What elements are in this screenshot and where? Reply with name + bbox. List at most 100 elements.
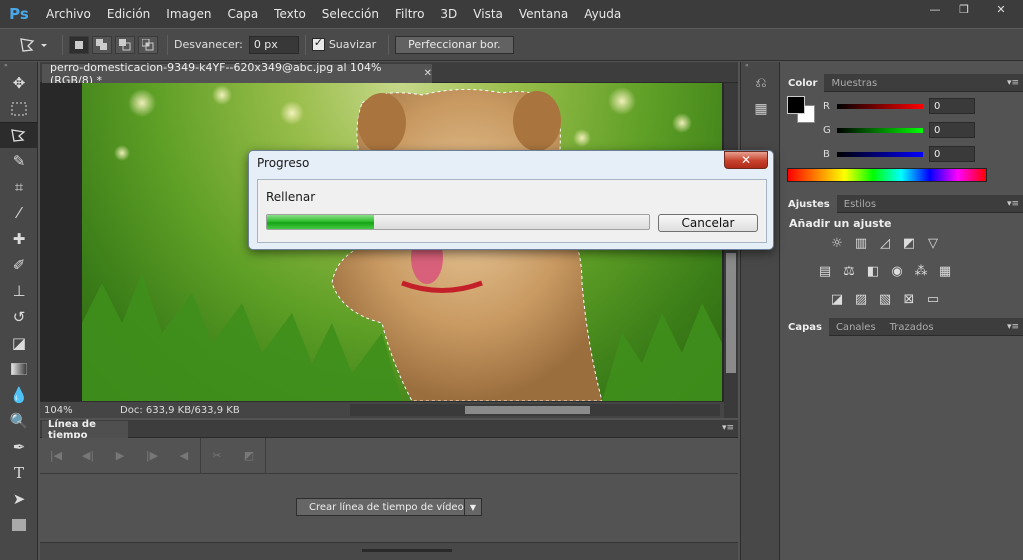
eyedropper-tool[interactable]: ⁄ <box>0 200 38 226</box>
document-tab[interactable]: perro-domesticacion-9349-k4YF--620x349@a… <box>42 61 432 87</box>
minimize-button[interactable]: — <box>921 0 949 18</box>
panel-grip[interactable]: « <box>741 62 779 70</box>
close-document-icon[interactable]: ✕ <box>424 68 432 79</box>
panel-menu-icon[interactable]: ▾≡ <box>1007 322 1019 332</box>
red-slider[interactable] <box>837 103 923 109</box>
dodge-tool[interactable]: 🔍 <box>0 408 38 434</box>
photo-filter-icon[interactable]: ◉ <box>885 261 909 281</box>
menu-3d[interactable]: 3D <box>432 7 465 21</box>
next-frame-icon[interactable]: |▶ <box>136 446 168 466</box>
lasso-tool[interactable] <box>0 122 38 148</box>
properties-icon[interactable]: ▦ <box>741 96 781 122</box>
first-frame-icon[interactable]: |◀ <box>40 446 72 466</box>
green-slider[interactable] <box>837 127 923 133</box>
scroll-thumb[interactable] <box>726 253 736 373</box>
smooth-label: Suavizar <box>328 38 377 51</box>
panel-menu-icon[interactable]: ▾≡ <box>1007 199 1019 209</box>
threshold-icon[interactable]: ▧ <box>873 289 897 309</box>
quick-selection-tool[interactable]: ✎ <box>0 148 38 174</box>
tab-layers[interactable]: Capas <box>781 318 829 336</box>
dialog-close-button[interactable]: ✕ <box>724 151 768 169</box>
brush-tool[interactable]: ✐ <box>0 252 38 278</box>
red-value[interactable]: 0 <box>929 98 975 114</box>
clone-stamp-tool[interactable]: ⊥ <box>0 278 38 304</box>
panel-menu-icon[interactable]: ▾≡ <box>1007 78 1019 88</box>
tab-swatches[interactable]: Muestras <box>824 74 884 92</box>
tab-adjustments[interactable]: Ajustes <box>781 195 837 213</box>
curves-icon[interactable]: ◿ <box>873 233 897 253</box>
transition-icon[interactable]: ◩ <box>233 446 265 466</box>
menu-ventana[interactable]: Ventana <box>511 7 576 21</box>
scroll-thumb[interactable] <box>465 406 590 414</box>
exposure-icon[interactable]: ◩ <box>897 233 921 253</box>
invert-icon[interactable]: ◪ <box>825 289 849 309</box>
path-selection-tool[interactable]: ➤ <box>0 486 38 512</box>
blue-value[interactable]: 0 <box>929 146 975 162</box>
color-balance-icon[interactable]: ⚖ <box>837 261 861 281</box>
horizontal-scrollbar[interactable] <box>350 404 720 416</box>
levels-icon[interactable]: ▥ <box>849 233 873 253</box>
move-tool[interactable]: ✥ <box>0 70 38 96</box>
foreground-color-swatch[interactable] <box>787 96 805 114</box>
healing-brush-tool[interactable]: ✚ <box>0 226 38 252</box>
marquee-tool[interactable] <box>0 96 38 122</box>
selective-color-icon[interactable]: ⊠ <box>897 289 921 309</box>
smooth-checkbox[interactable] <box>311 36 325 51</box>
menu-seleccion[interactable]: Selección <box>314 7 387 21</box>
eraser-tool[interactable]: ◪ <box>0 330 38 356</box>
menu-imagen[interactable]: Imagen <box>158 7 219 21</box>
zoom-level[interactable]: 104% <box>40 405 90 416</box>
blur-tool[interactable]: 💧 <box>0 382 38 408</box>
tab-timeline[interactable]: Línea de tiempo <box>42 419 128 441</box>
crop-tool[interactable]: ⌗ <box>0 174 38 200</box>
history-brush-tool[interactable]: ↺ <box>0 304 38 330</box>
hue-saturation-icon[interactable]: ▤ <box>813 261 837 281</box>
black-white-icon[interactable]: ◧ <box>861 261 885 281</box>
tab-styles[interactable]: Estilos <box>837 195 883 213</box>
prev-frame-icon[interactable]: ◀| <box>72 446 104 466</box>
menu-archivo[interactable]: Archivo <box>38 7 99 21</box>
tab-channels[interactable]: Canales <box>829 318 883 336</box>
add-selection-button[interactable] <box>92 35 112 54</box>
intersect-selection-button[interactable] <box>138 35 158 54</box>
gradient-tool[interactable] <box>0 356 38 382</box>
menu-filtro[interactable]: Filtro <box>387 7 432 21</box>
panel-menu-icon[interactable]: ▾≡ <box>722 423 734 433</box>
shape-tool[interactable] <box>0 512 38 538</box>
create-timeline-dropdown[interactable]: ▼ <box>464 498 482 516</box>
vibrance-icon[interactable]: ▽ <box>921 233 945 253</box>
refine-edge-button[interactable]: Perfeccionar bor. <box>395 35 514 54</box>
color-spectrum[interactable] <box>787 168 987 182</box>
menu-capa[interactable]: Capa <box>219 7 266 21</box>
brightness-icon[interactable]: ☼ <box>825 233 849 253</box>
subtract-selection-button[interactable] <box>115 35 135 54</box>
menu-ayuda[interactable]: Ayuda <box>576 7 629 21</box>
new-selection-button[interactable] <box>69 35 89 54</box>
posterize-icon[interactable]: ▨ <box>849 289 873 309</box>
menu-texto[interactable]: Texto <box>266 7 314 21</box>
cancel-button[interactable]: Cancelar <box>658 214 758 232</box>
create-video-timeline-button[interactable]: Crear línea de tiempo de vídeo <box>296 498 477 516</box>
history-icon[interactable]: ⎌ <box>741 70 781 96</box>
channel-mixer-icon[interactable]: ⁂ <box>909 261 933 281</box>
feather-input[interactable] <box>248 35 299 54</box>
play-icon[interactable]: ▶ <box>104 446 136 466</box>
timeline-zoom-slider[interactable] <box>362 549 452 552</box>
close-window-button[interactable]: ✕ <box>979 0 1023 18</box>
tool-preset-picker[interactable] <box>12 32 56 58</box>
green-value[interactable]: 0 <box>929 122 975 138</box>
type-tool[interactable]: T <box>0 460 38 486</box>
menu-vista[interactable]: Vista <box>465 7 511 21</box>
tab-paths[interactable]: Trazados <box>883 318 941 336</box>
scissors-icon[interactable]: ✂ <box>201 446 233 466</box>
gradient-map-icon[interactable]: ▭ <box>921 289 945 309</box>
audio-icon[interactable]: ◀ <box>168 446 200 466</box>
pen-tool[interactable]: ✒ <box>0 434 38 460</box>
color-lookup-icon[interactable]: ▦ <box>933 261 957 281</box>
crop-icon: ⌗ <box>14 178 24 196</box>
tab-color[interactable]: Color <box>781 74 825 92</box>
restore-button[interactable]: ❐ <box>950 0 978 18</box>
panel-grip[interactable]: » <box>0 62 37 70</box>
menu-edicion[interactable]: Edición <box>99 7 158 21</box>
blue-slider[interactable] <box>837 151 923 157</box>
